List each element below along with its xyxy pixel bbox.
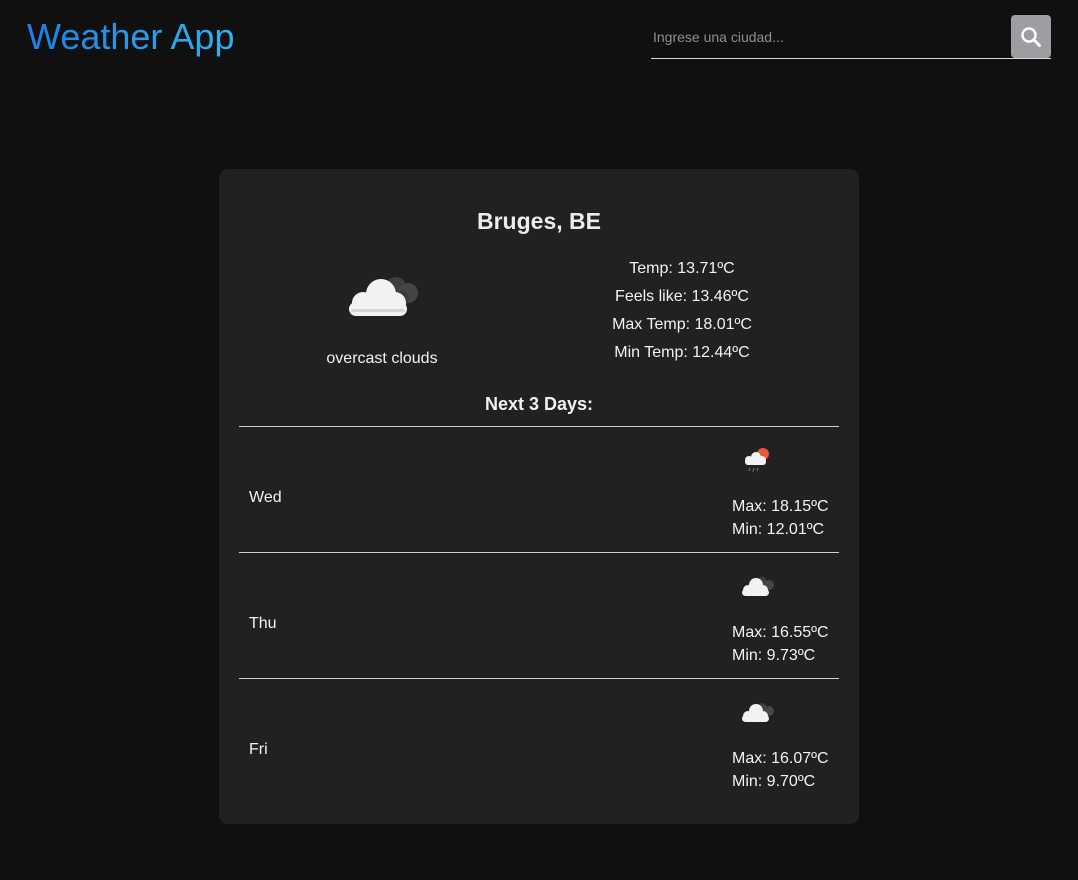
city-name: Bruges, BE (477, 208, 601, 234)
broken-clouds-icon (742, 577, 774, 596)
search-bar (651, 15, 1051, 59)
forecast-day: Fri (249, 741, 268, 758)
min-temp-value: Min Temp: 12.44ºC (614, 344, 750, 361)
rain-sun-icon (745, 448, 769, 473)
forecast-temps: Max: 18.15ºC Min: 12.01ºC (732, 495, 829, 541)
forecast-min: Min: 9.73ºC (732, 647, 816, 664)
overcast-clouds-icon (349, 277, 418, 316)
forecast-row-thu: Thu Max: 16.55ºC Min: 9.73ºC (239, 552, 839, 678)
forecast-max: Max: 16.07ºC (732, 750, 829, 767)
broken-clouds-icon (742, 703, 774, 722)
weather-description: overcast clouds (326, 350, 438, 367)
forecast-day: Thu (249, 615, 277, 632)
forecast-title: Next 3 Days: (484, 394, 594, 414)
weather-card: Bruges, BE overcast clouds Temp: 13.71ºC… (219, 169, 859, 824)
forecast-min: Min: 12.01ºC (732, 521, 825, 538)
forecast-row-wed: Wed Max: 18.15ºC Min: 12.01ºC (239, 426, 839, 552)
forecast-min: Min: 9.70ºC (732, 773, 816, 790)
search-button[interactable] (1011, 15, 1051, 58)
temp-value: Temp: 13.71ºC (629, 260, 735, 277)
feels-like-value: Feels like: 13.46ºC (615, 288, 749, 305)
forecast-day: Wed (249, 489, 282, 506)
forecast-list: Wed Max: 18.15ºC Min: 12.01ºC Thu Max: 1… (239, 426, 839, 804)
forecast-max: Max: 18.15ºC (732, 498, 829, 515)
current-stats: Temp: 13.71ºC Feels like: 13.46ºC Max Te… (552, 255, 812, 367)
search-input[interactable] (651, 15, 1003, 58)
forecast-temps: Max: 16.07ºC Min: 9.70ºC (732, 747, 829, 793)
search-icon (1021, 26, 1041, 47)
forecast-temps: Max: 16.55ºC Min: 9.73ºC (732, 621, 829, 667)
forecast-row-fri: Fri Max: 16.07ºC Min: 9.70ºC (239, 678, 839, 804)
max-temp-value: Max Temp: 18.01ºC (612, 316, 752, 333)
app-title: Weather App (27, 16, 235, 57)
forecast-max: Max: 16.55ºC (732, 624, 829, 641)
